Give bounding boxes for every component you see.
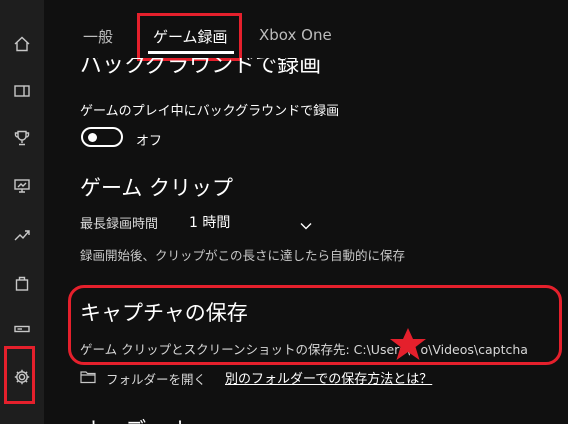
capture-save-path: ゲーム クリップとスクリーンショットの保存先: C:\Users\s o\Vid… <box>80 342 528 357</box>
toggle-state-label: オフ <box>136 134 163 149</box>
sidebar-item-connection[interactable] <box>0 312 44 346</box>
game-clip-description: 録画開始後、クリップがこの長さに達したら自動的に保存 <box>80 248 406 263</box>
broadcasting-icon <box>14 179 30 193</box>
sidebar-item-game-bar[interactable] <box>0 74 44 108</box>
achievements-icon <box>14 130 30 146</box>
tab-xbox-one[interactable]: Xbox One <box>259 26 332 44</box>
next-heading-clip: オーディオ <box>80 413 280 424</box>
chevron-down-icon <box>300 223 312 230</box>
gear-icon <box>14 369 30 385</box>
max-length-select[interactable]: 1 時間 <box>189 212 230 232</box>
store-icon <box>15 276 29 291</box>
open-folder-button[interactable]: フォルダーを開く <box>106 369 206 388</box>
audio-heading: オーディオ <box>80 413 188 424</box>
xbox-app-window: 一般 ゲーム録画 Xbox One バックグラウンドで録画 ゲームのプレイ中にバ… <box>0 0 568 424</box>
sidebar-item-broadcasting[interactable] <box>0 168 44 202</box>
background-recording-heading-clip: バックグラウンドで録画 <box>80 58 380 78</box>
settings-content: 一般 ゲーム録画 Xbox One バックグラウンドで録画 ゲームのプレイ中にバ… <box>44 0 568 424</box>
background-recording-label: ゲームのプレイ中にバックグラウンドで録画 <box>80 104 340 119</box>
game-clip-heading: ゲーム クリップ <box>80 176 234 200</box>
sidebar <box>0 0 44 424</box>
home-icon <box>14 36 30 52</box>
sidebar-item-trending[interactable] <box>0 218 44 252</box>
game-bar-icon <box>14 85 30 97</box>
toggle-knob <box>88 133 97 142</box>
other-folder-link[interactable]: 別のフォルダーでの保存方法とは？ <box>225 368 432 387</box>
active-tab-indicator <box>148 51 234 54</box>
capture-save-heading: キャプチャの保存 <box>80 301 248 325</box>
sidebar-item-settings[interactable] <box>0 360 44 394</box>
redaction-star <box>390 328 426 360</box>
max-length-label: 最長録画時間 <box>80 217 159 232</box>
max-length-dropdown[interactable] <box>300 216 312 230</box>
sidebar-item-store[interactable] <box>0 266 44 300</box>
folder-icon <box>80 371 96 384</box>
background-recording-heading: バックグラウンドで録画 <box>80 58 322 78</box>
tab-general[interactable]: 一般 <box>83 26 113 47</box>
background-recording-toggle[interactable] <box>81 127 123 147</box>
sidebar-item-home[interactable] <box>0 27 44 61</box>
connection-icon <box>14 325 30 333</box>
open-folder-button-icon-wrap[interactable] <box>80 369 96 384</box>
trending-icon <box>14 230 30 241</box>
sidebar-item-achievements[interactable] <box>0 121 44 155</box>
tab-game-dvr[interactable]: ゲーム録画 <box>153 26 228 47</box>
